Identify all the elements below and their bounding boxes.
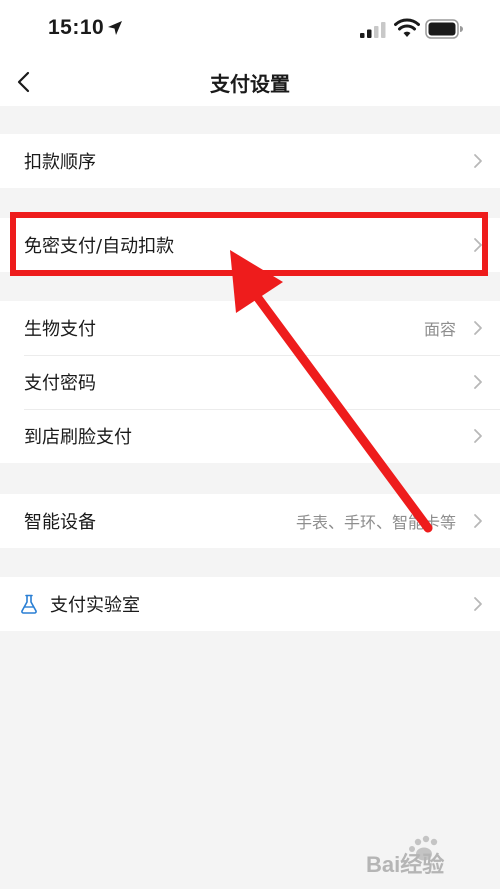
settings-group-smart-devices: 智能设备 手表、手环、智能卡等 <box>0 494 500 548</box>
location-arrow-icon <box>108 21 122 35</box>
chevron-right-icon <box>474 154 482 168</box>
settings-row-debit-order[interactable]: 扣款顺序 <box>0 134 500 188</box>
settings-row-in-store-face-payment[interactable]: 到店刷脸支付 <box>0 409 500 463</box>
status-time: 15:10 <box>48 16 105 39</box>
battery-icon <box>425 19 463 39</box>
row-label: 生物支付 <box>24 319 96 340</box>
row-value: 面容 <box>423 320 456 339</box>
chevron-right-icon <box>474 514 482 528</box>
settings-group-security: 生物支付 面容 支付密码 到店刷脸支付 <box>0 301 500 463</box>
row-label: 支付实验室 <box>50 595 140 616</box>
baidu-watermark-logo: Bai经验 <box>366 835 444 877</box>
settings-group-debit-order: 扣款顺序 <box>0 134 500 188</box>
page-title: 支付设置 <box>210 72 290 96</box>
row-value: 手表、手环、智能卡等 <box>295 513 456 532</box>
watermark-text: Bai经验 <box>366 852 444 877</box>
settings-row-payment-lab[interactable]: 支付实验室 <box>0 577 500 631</box>
row-label: 到店刷脸支付 <box>24 427 132 448</box>
row-label: 支付密码 <box>24 373 96 394</box>
settings-row-password-free-payment[interactable]: 免密支付/自动扣款 <box>0 218 500 272</box>
flask-icon <box>21 594 37 614</box>
settings-group-password-free: 免密支付/自动扣款 <box>0 218 500 272</box>
wifi-icon <box>394 18 420 37</box>
row-label: 扣款顺序 <box>24 152 96 173</box>
status-bar: 15:10 <box>0 0 500 58</box>
settings-row-payment-password[interactable]: 支付密码 <box>0 355 500 409</box>
chevron-right-icon <box>474 375 482 389</box>
nav-bar: 支付设置 <box>0 58 500 106</box>
settings-row-biometric-payment[interactable]: 生物支付 面容 <box>0 301 500 355</box>
chevron-right-icon <box>474 238 482 252</box>
row-label: 智能设备 <box>24 512 96 533</box>
settings-row-smart-devices[interactable]: 智能设备 手表、手环、智能卡等 <box>0 494 500 548</box>
chevron-right-icon <box>474 321 482 335</box>
cellular-signal-icon <box>360 22 386 38</box>
chevron-right-icon <box>474 597 482 611</box>
settings-group-lab: 支付实验室 <box>0 577 500 631</box>
chevron-right-icon <box>474 429 482 443</box>
row-label: 免密支付/自动扣款 <box>24 236 175 257</box>
